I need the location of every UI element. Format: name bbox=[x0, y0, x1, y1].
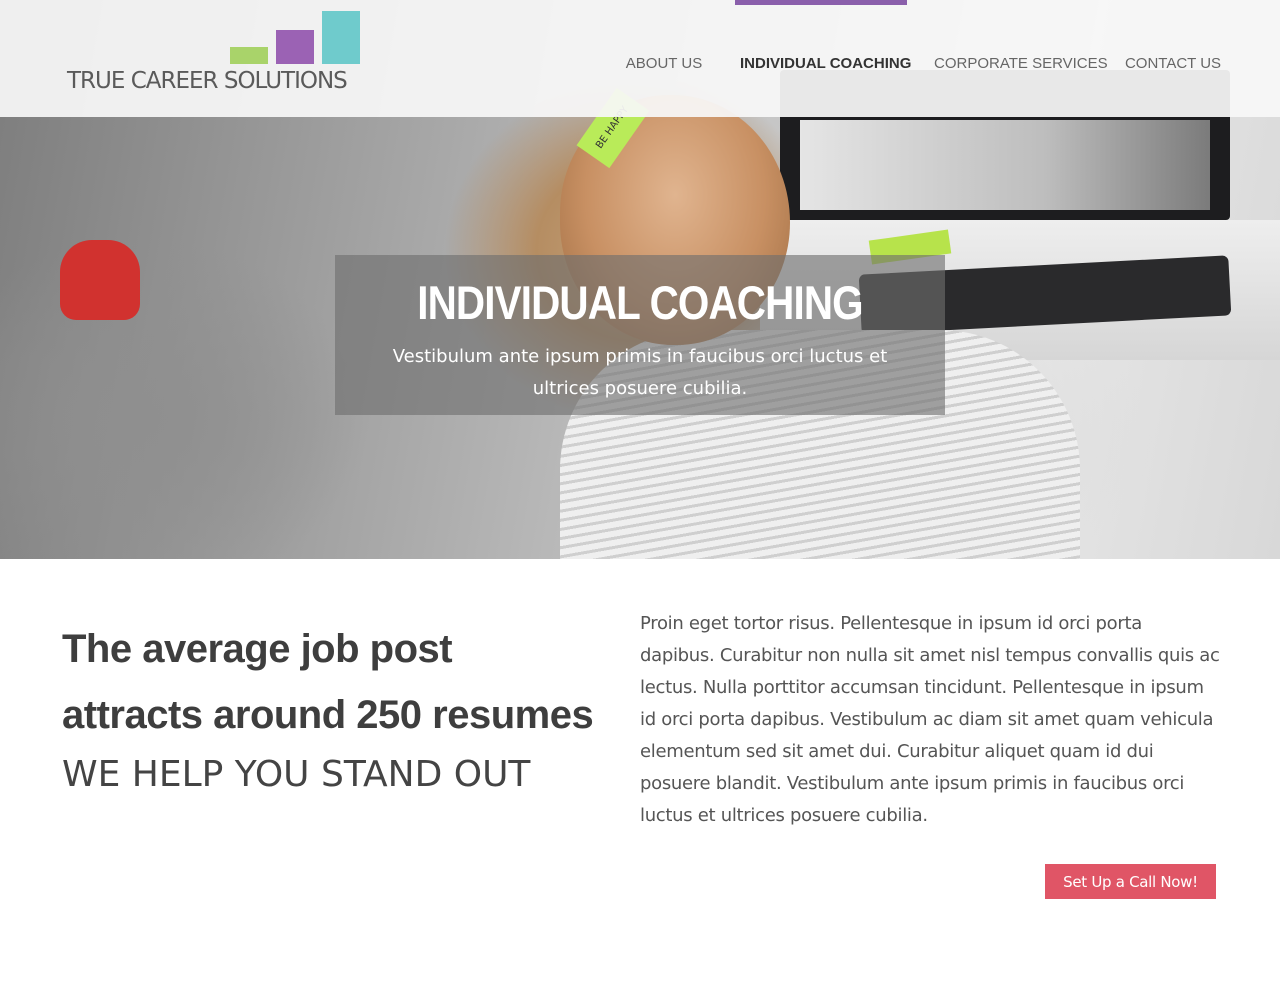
set-up-call-button[interactable]: Set Up a Call Now! bbox=[1045, 864, 1216, 899]
nav-item-individual-coaching[interactable]: Individual Coaching bbox=[740, 55, 911, 79]
hero-photo-shoe bbox=[60, 240, 140, 320]
nav-active-indicator bbox=[735, 0, 907, 5]
section-body-text: Proin eget tortor risus. Pellentesque in… bbox=[640, 613, 1220, 826]
nav-item-contact-us[interactable]: Contact Us bbox=[1122, 55, 1224, 79]
hero-subtitle: Vestibulum ante ipsum primis in faucibus… bbox=[392, 346, 888, 399]
section-tagline: WE HELP YOU STAND OUT bbox=[62, 754, 531, 795]
hero-photo-screen bbox=[800, 120, 1210, 210]
site-header: TRUE CAREER SOLUTIONS About Us Individua… bbox=[0, 0, 1280, 117]
nav-item-corporate-services[interactable]: Corporate Services bbox=[934, 55, 1108, 79]
hero-caption-box: INDIVIDUAL COACHING Vestibulum ante ipsu… bbox=[335, 255, 945, 415]
section-headline: The average job post attracts around 250… bbox=[62, 627, 594, 737]
hero-title: INDIVIDUAL COACHING bbox=[417, 276, 863, 329]
main-nav: About Us Individual Coaching Corporate S… bbox=[0, 0, 1280, 117]
nav-item-about-us[interactable]: About Us bbox=[618, 55, 710, 79]
